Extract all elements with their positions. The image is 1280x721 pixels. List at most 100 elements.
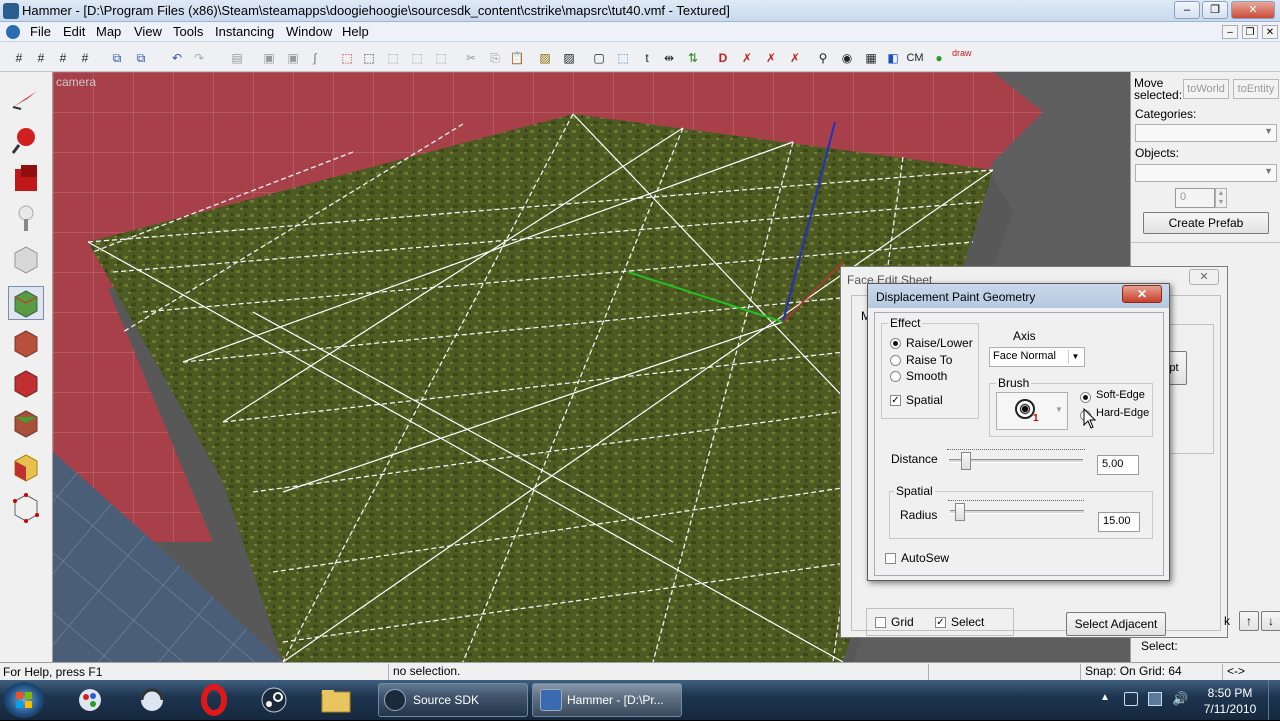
network-icon[interactable] xyxy=(1148,692,1162,706)
hide-unselected-icon[interactable]: ▣ xyxy=(284,49,302,67)
grid-smaller-icon[interactable]: # xyxy=(32,49,50,67)
carve-icon[interactable]: ▤ xyxy=(228,49,246,67)
menu-instancing[interactable]: Instancing xyxy=(215,24,274,39)
cut-icon[interactable]: ✂ xyxy=(462,49,480,67)
restore-button[interactable]: ❐ xyxy=(1202,1,1228,19)
menu-tools[interactable]: Tools xyxy=(173,24,203,39)
distance-slider[interactable] xyxy=(947,449,1085,471)
overlay-tool-icon[interactable] xyxy=(8,406,44,440)
copy-selection-icon[interactable]: ⬚ xyxy=(360,49,378,67)
to-entity-button[interactable]: toEntity xyxy=(1233,79,1279,99)
texture-lock-icon[interactable]: ▨ xyxy=(536,49,554,67)
radius-slider-thumb[interactable] xyxy=(954,503,965,521)
object-count-field[interactable]: 0 xyxy=(1175,188,1215,208)
camera-tool-icon[interactable] xyxy=(8,162,44,196)
select-region-icon[interactable]: ⬚ xyxy=(614,49,632,67)
steam-icon[interactable] xyxy=(250,684,298,716)
select-checkbox[interactable]: ✓ xyxy=(935,617,946,628)
tray-expand-icon[interactable]: ▲ xyxy=(1100,692,1110,703)
axis-dropdown[interactable]: Face Normal ▼ xyxy=(989,347,1085,367)
categories-dropdown[interactable]: ▼ xyxy=(1135,124,1277,142)
radius-slider[interactable] xyxy=(948,500,1086,522)
grid-3d-icon[interactable]: # xyxy=(76,49,94,67)
menu-edit[interactable]: Edit xyxy=(63,24,85,39)
brush-selector[interactable]: 1 ▼ xyxy=(996,392,1068,430)
texture-application-tool-icon[interactable] xyxy=(8,286,44,320)
spatial-checkbox[interactable]: ✓ xyxy=(890,395,901,406)
transform-icon[interactable]: ⬚ xyxy=(408,49,426,67)
entity-report-icon[interactable]: ⚲ xyxy=(814,49,832,67)
cubemap-icon[interactable]: ◧ xyxy=(884,49,902,67)
flip-vertical-icon[interactable]: ⇅ xyxy=(684,49,702,67)
mdi-close-button[interactable]: ✕ xyxy=(1262,25,1278,39)
clock-time[interactable]: 8:50 PM xyxy=(1200,686,1260,700)
decal-tool-icon[interactable] xyxy=(8,366,44,400)
cm-button[interactable]: CM xyxy=(906,49,924,67)
show-displacement-icon[interactable]: D xyxy=(714,49,732,67)
face-edit-close-button[interactable]: ✕ xyxy=(1189,269,1219,285)
cut-selection-icon[interactable]: ⬚ xyxy=(338,49,356,67)
helpers-icon[interactable]: ✗ xyxy=(738,49,756,67)
show-all-icon[interactable]: ∫ xyxy=(306,49,324,67)
mirror-icon[interactable]: ⬚ xyxy=(432,49,450,67)
move-down-button[interactable]: ↓ xyxy=(1261,611,1280,631)
model-browser-icon[interactable]: ▦ xyxy=(862,49,880,67)
create-prefab-button[interactable]: Create Prefab xyxy=(1143,212,1269,234)
grid-checkbox[interactable] xyxy=(875,617,886,628)
distance-slider-thumb[interactable] xyxy=(961,452,972,470)
voice-chat-icon[interactable] xyxy=(128,684,176,716)
close-window-button[interactable]: ✕ xyxy=(1231,1,1275,19)
toggle-texture-icon[interactable]: t xyxy=(638,49,656,67)
flip-horizontal-icon[interactable]: ⇹ xyxy=(660,49,678,67)
volume-icon[interactable]: 🔊 xyxy=(1172,691,1188,707)
apply-texture-tool-icon[interactable] xyxy=(8,326,44,360)
mdi-restore-button[interactable]: ❐ xyxy=(1242,25,1258,39)
mdi-minimize-button[interactable]: – xyxy=(1222,25,1238,39)
clock-date[interactable]: 7/11/2010 xyxy=(1196,702,1264,716)
undo-icon[interactable]: ↶ xyxy=(168,49,186,67)
document-icon[interactable] xyxy=(6,25,20,39)
menu-window[interactable]: Window xyxy=(286,24,332,39)
ungroup-icon[interactable]: ⧉ xyxy=(132,49,150,67)
select-box-icon[interactable]: ▢ xyxy=(590,49,608,67)
raise-lower-radio[interactable] xyxy=(890,338,901,349)
menu-view[interactable]: View xyxy=(134,24,162,39)
select-adjacent-button[interactable]: Select Adjacent xyxy=(1066,612,1166,636)
draw-button[interactable]: draw xyxy=(952,49,972,67)
hide-icon[interactable]: ▣ xyxy=(260,49,278,67)
radius-field[interactable]: 15.00 xyxy=(1098,512,1140,532)
paste-special-icon[interactable]: ⬚ xyxy=(384,49,402,67)
clipping-tool-icon[interactable] xyxy=(8,450,44,484)
menu-file[interactable]: File xyxy=(30,24,51,39)
show-desktop-button[interactable] xyxy=(1268,680,1280,720)
spinner-icon[interactable]: ▲ ▼ xyxy=(1215,188,1227,208)
distance-field[interactable]: 5.00 xyxy=(1097,455,1139,475)
viewport-label[interactable]: camera xyxy=(56,75,96,89)
menu-map[interactable]: Map xyxy=(96,24,121,39)
redo-icon[interactable]: ↷ xyxy=(190,49,208,67)
minimize-button[interactable]: – xyxy=(1174,1,1200,19)
texture-scale-lock-icon[interactable]: ▨ xyxy=(560,49,578,67)
soft-edge-radio[interactable] xyxy=(1080,392,1091,403)
move-up-button[interactable]: ↑ xyxy=(1239,611,1259,631)
selection-tool-icon[interactable] xyxy=(8,82,44,116)
entity-tool-icon[interactable] xyxy=(8,202,44,236)
group-icon[interactable]: ⧉ xyxy=(108,49,126,67)
paint-app-icon[interactable] xyxy=(66,684,114,716)
menu-help[interactable]: Help xyxy=(342,24,369,39)
compile-map-icon[interactable]: ◉ xyxy=(838,49,856,67)
copy-icon[interactable]: ⎘ xyxy=(486,49,504,67)
show-models-icon[interactable]: ✗ xyxy=(762,49,780,67)
action-center-icon[interactable] xyxy=(1124,692,1138,706)
opera-browser-icon[interactable] xyxy=(190,684,238,716)
objects-dropdown[interactable]: ▼ xyxy=(1135,164,1277,182)
paste-icon[interactable]: 📋 xyxy=(508,49,526,67)
run-map-icon[interactable]: ● xyxy=(930,49,948,67)
to-world-button[interactable]: toWorld xyxy=(1183,79,1229,99)
smooth-radio[interactable] xyxy=(890,371,901,382)
file-explorer-icon[interactable] xyxy=(312,684,360,716)
raise-to-radio[interactable] xyxy=(890,355,901,366)
vertex-tool-icon[interactable] xyxy=(8,490,44,524)
magnify-tool-icon[interactable] xyxy=(8,122,44,156)
show-lights-icon[interactable]: ✗ xyxy=(786,49,804,67)
